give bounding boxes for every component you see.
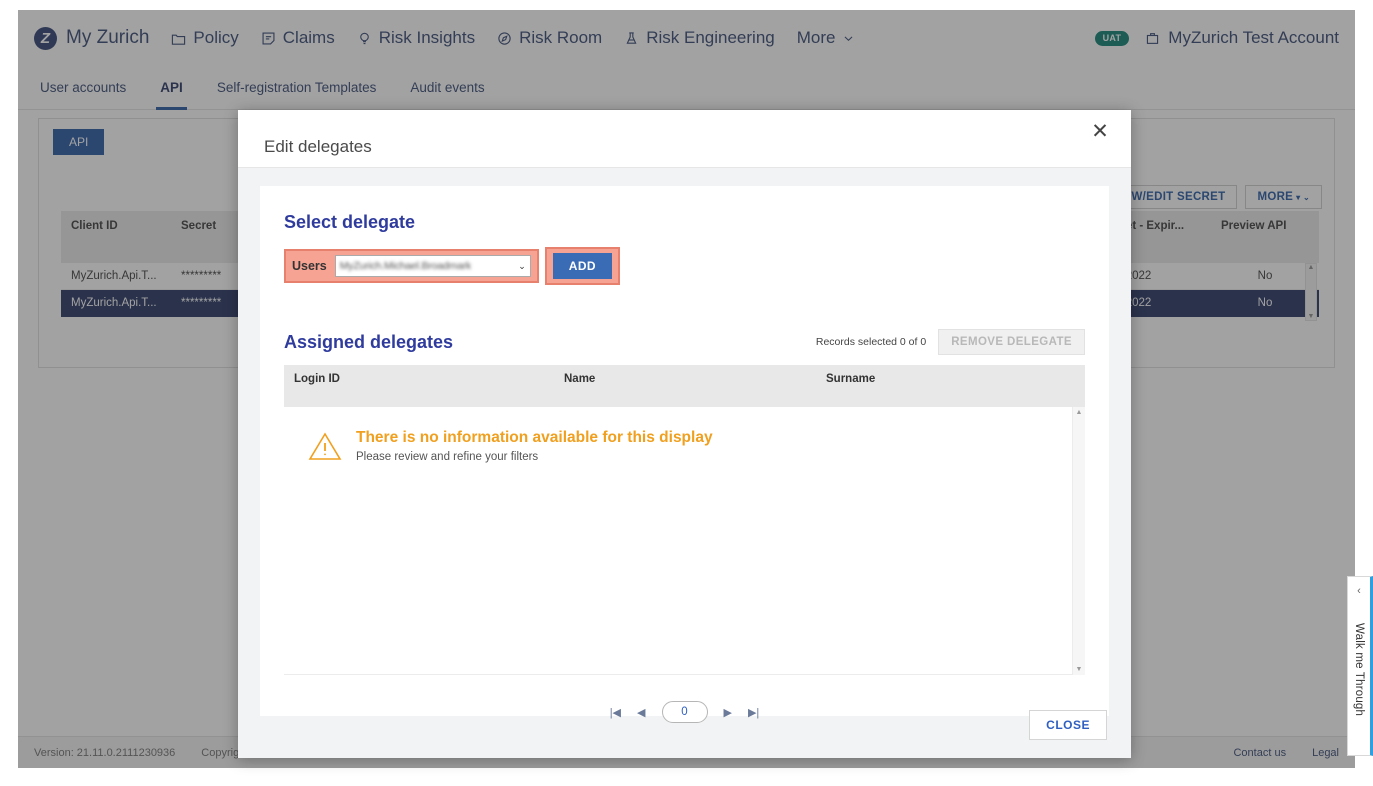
add-delegate-button[interactable]: ADD: [553, 253, 612, 279]
dialog-body: Select delegate Users MyZurich.Michael.B…: [238, 168, 1131, 758]
walk-me-through-label: Walk me Through: [1353, 623, 1365, 716]
records-selected-text: Records selected 0 of 0: [816, 336, 926, 348]
dialog-header: Edit delegates ✕: [238, 110, 1131, 168]
users-select-value: MyZurich.Michael.Broadmark: [340, 260, 471, 272]
empty-state-text: There is no information available for th…: [356, 429, 713, 463]
column-surname: Surname: [816, 373, 1085, 385]
last-page-icon[interactable]: ▶|: [748, 706, 759, 719]
next-page-icon[interactable]: ▶: [724, 706, 732, 719]
dialog-title: Edit delegates: [264, 137, 372, 157]
chevron-down-icon: ⌄: [518, 261, 526, 272]
assigned-delegates-heading: Assigned delegates: [284, 332, 453, 353]
empty-state-subtitle: Please review and refine your filters: [356, 451, 713, 463]
select-delegate-heading: Select delegate: [284, 212, 1085, 233]
empty-state-title: There is no information available for th…: [356, 429, 713, 447]
prev-page-icon[interactable]: ◀: [637, 706, 645, 719]
users-label: Users: [292, 259, 327, 273]
page-number-input[interactable]: 0: [662, 701, 708, 723]
scroll-up-icon[interactable]: ▲: [1076, 409, 1083, 416]
assigned-delegates-header: Assigned delegates Records selected 0 of…: [284, 329, 1085, 355]
close-dialog-button[interactable]: CLOSE: [1029, 710, 1107, 740]
first-page-icon[interactable]: |◀: [610, 706, 621, 719]
users-select[interactable]: MyZurich.Michael.Broadmark ⌄: [335, 255, 531, 277]
warning-triangle-icon: [308, 431, 342, 467]
chevron-left-icon: ‹: [1357, 585, 1361, 597]
select-delegate-row: Users MyZurich.Michael.Broadmark ⌄ ADD: [284, 247, 1085, 285]
users-field-highlight: Users MyZurich.Michael.Broadmark ⌄: [284, 249, 539, 283]
column-login-id: Login ID: [284, 373, 554, 385]
delegates-table-header: Login ID Name Surname: [284, 365, 1085, 407]
delegates-table-scrollbar[interactable]: ▲ ▼: [1072, 407, 1085, 675]
screenshot-root: Z My Zurich Policy: [0, 0, 1373, 786]
walk-me-through-tab[interactable]: ‹ Walk me Through: [1347, 576, 1373, 756]
pagination: |◀ ◀ 0 ▶ ▶|: [284, 701, 1085, 723]
empty-state: There is no information available for th…: [284, 407, 1085, 467]
assigned-delegates-actions: Records selected 0 of 0 REMOVE DELEGATE: [816, 329, 1085, 355]
remove-delegate-button[interactable]: REMOVE DELEGATE: [938, 329, 1085, 355]
edit-delegates-dialog: Edit delegates ✕ Select delegate Users M…: [238, 110, 1131, 758]
dialog-card: Select delegate Users MyZurich.Michael.B…: [260, 186, 1109, 716]
scroll-down-icon[interactable]: ▼: [1076, 666, 1083, 673]
add-button-highlight: ADD: [545, 247, 620, 285]
close-icon[interactable]: ✕: [1087, 118, 1113, 144]
delegates-table-body: There is no information available for th…: [284, 407, 1085, 675]
column-name: Name: [554, 373, 816, 385]
dialog-footer: CLOSE: [1029, 710, 1107, 740]
